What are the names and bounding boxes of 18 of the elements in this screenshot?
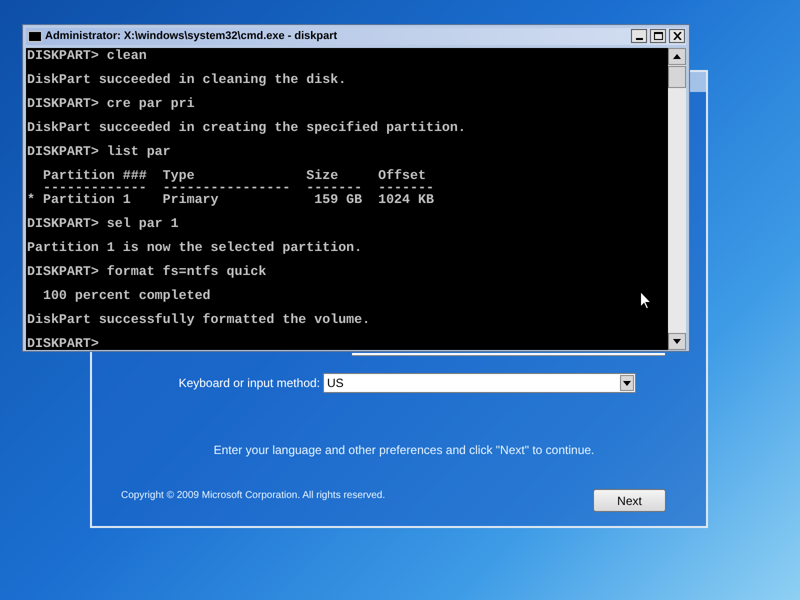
console-icon bbox=[28, 30, 42, 42]
next-button[interactable]: Next bbox=[593, 489, 666, 512]
close-button[interactable] bbox=[669, 29, 685, 44]
keyboard-select[interactable]: US bbox=[323, 373, 636, 393]
copyright-text: Copyright © 2009 Microsoft Corporation. All rights reserved. bbox=[121, 489, 386, 503]
scroll-down-icon[interactable] bbox=[668, 332, 686, 350]
scroll-thumb[interactable] bbox=[668, 66, 686, 88]
scroll-up-icon[interactable] bbox=[668, 48, 686, 64]
language-field[interactable] bbox=[352, 353, 665, 356]
close-icon bbox=[672, 32, 682, 40]
instruction-text: Enter your language and other preferences and click "Next" to continue. bbox=[212, 442, 596, 459]
mouse-pointer-icon bbox=[640, 291, 652, 310]
console-output: DISKPART> clean DiskPart succeeded in cleaning the disk. DISKPART> cre par pri DiskPart succeeded in creating the specified partition. DISKPART> list par Partition ### Type Size Offset ------------- ---------------- ------- ------- * Partition 1 Primary 159 GB 1024 KB DISKPART> sel par 1 Partition 1 is now the selected partition. DISKPART> format fs=ntfs quick 100 percent completed DiskPart successfully formatted the volume. DISKPART> bbox=[26, 48, 467, 350]
keyboard-label: Keyboard or input method: bbox=[178, 375, 320, 392]
window-title: Administrator: X:\windows\system32\cmd.exe - diskpart bbox=[45, 29, 338, 44]
maximize-button[interactable] bbox=[650, 29, 666, 44]
minimize-button[interactable] bbox=[631, 29, 647, 44]
scrollbar[interactable] bbox=[668, 48, 686, 350]
